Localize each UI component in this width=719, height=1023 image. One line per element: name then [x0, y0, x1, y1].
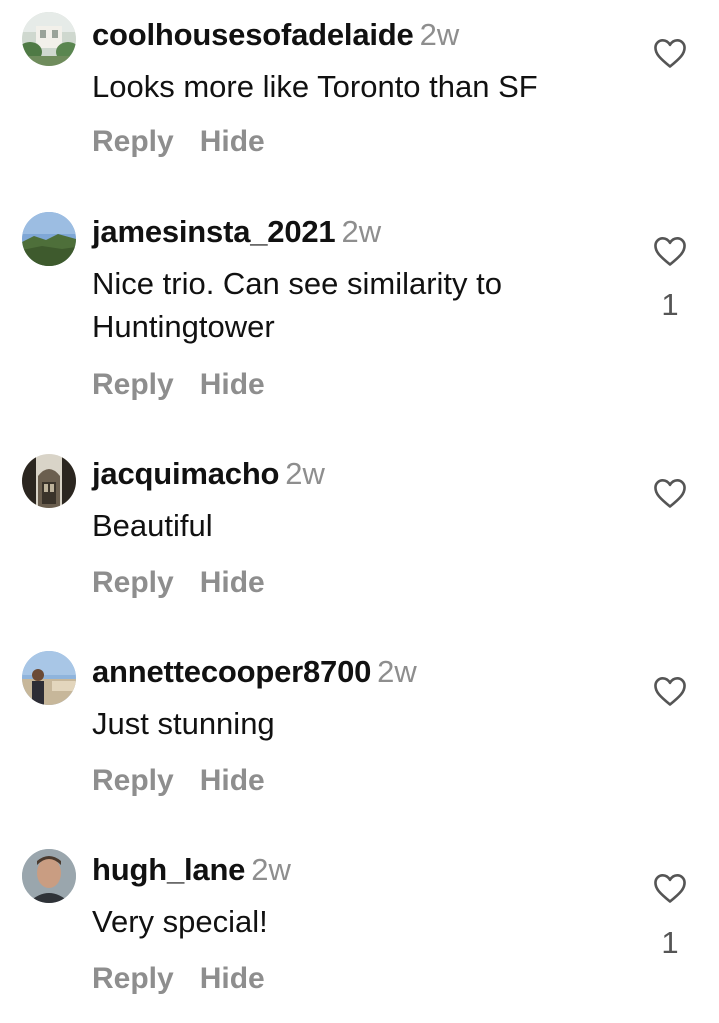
- timestamp: 2w: [251, 852, 291, 887]
- comment-text: Very special!: [92, 904, 268, 939]
- hide-button[interactable]: Hide: [200, 368, 265, 401]
- avatar[interactable]: [22, 12, 76, 66]
- timestamp: 2w: [419, 17, 460, 52]
- username[interactable]: jamesinsta_2021: [92, 214, 336, 249]
- comment-text: Beautiful: [92, 508, 213, 543]
- comment-text: Looks more like Toronto than SF: [92, 69, 538, 104]
- hide-button[interactable]: Hide: [200, 764, 265, 797]
- username[interactable]: coolhousesofadelaide: [92, 17, 414, 52]
- avatar[interactable]: [22, 849, 76, 903]
- heart-outline-icon[interactable]: [652, 477, 688, 509]
- heart-outline-icon[interactable]: [652, 872, 688, 904]
- reply-button[interactable]: Reply: [92, 368, 174, 401]
- timestamp: 2w: [285, 456, 325, 491]
- heart-outline-icon[interactable]: [652, 675, 688, 707]
- timestamp: 2w: [341, 214, 382, 249]
- reply-button[interactable]: Reply: [92, 125, 174, 158]
- timestamp: 2w: [377, 654, 417, 689]
- reply-button[interactable]: Reply: [92, 566, 174, 599]
- username[interactable]: hugh_lane: [92, 852, 245, 887]
- reply-button[interactable]: Reply: [92, 962, 174, 995]
- hide-button[interactable]: Hide: [200, 962, 265, 995]
- hide-button[interactable]: Hide: [200, 125, 265, 158]
- like-count: 1: [661, 287, 679, 322]
- reply-button[interactable]: Reply: [92, 764, 174, 797]
- like-count: 1: [661, 925, 679, 960]
- comment-text: Just stunning: [92, 706, 275, 741]
- username[interactable]: annettecooper8700: [92, 654, 371, 689]
- heart-outline-icon[interactable]: [652, 235, 688, 267]
- comment-text: Nice trio. Can see similarity to Hunting…: [92, 266, 503, 344]
- avatar[interactable]: [22, 454, 76, 508]
- username[interactable]: jacquimacho: [92, 456, 279, 491]
- heart-outline-icon[interactable]: [652, 37, 688, 69]
- hide-button[interactable]: Hide: [200, 566, 265, 599]
- avatar[interactable]: [22, 212, 76, 266]
- avatar[interactable]: [22, 651, 76, 705]
